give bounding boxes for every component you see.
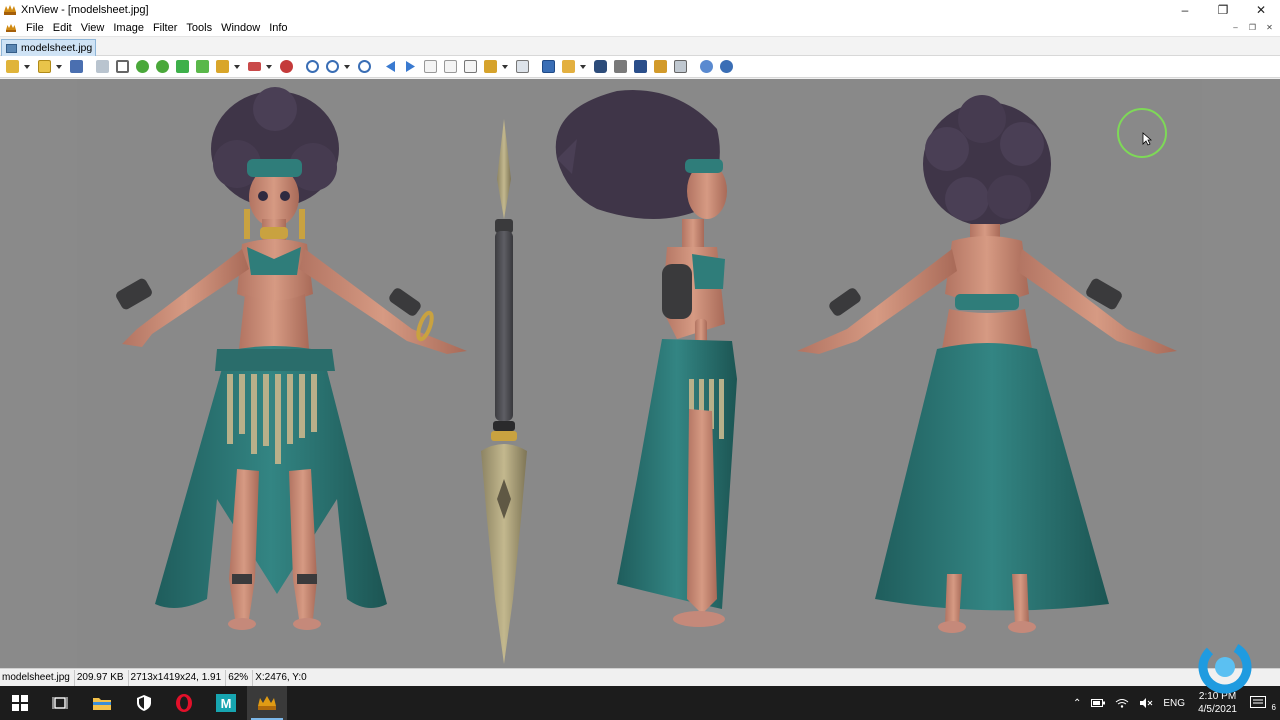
spear-figure [481,119,527,664]
menu-bar: File Edit View Image Filter Tools Window… [0,19,1280,37]
export-icon[interactable] [193,58,211,76]
status-filename: modelsheet.jpg [0,669,75,686]
properties-dropdown[interactable] [579,58,587,76]
front-view-figure [116,87,467,630]
menu-tools[interactable]: Tools [182,22,217,34]
menu-filter[interactable]: Filter [149,22,182,34]
film-strip-icon[interactable] [631,58,649,76]
about-icon[interactable] [717,58,735,76]
xnview-app-icon [4,4,16,15]
compare-dropdown[interactable] [265,58,273,76]
menu-view[interactable]: View [77,22,110,34]
opera-icon[interactable] [164,686,204,720]
model-sheet-image [77,79,1202,668]
next-icon[interactable] [401,58,419,76]
restore-button[interactable]: ❐ [1204,0,1242,19]
browser-icon[interactable] [3,58,21,76]
scan-icon[interactable] [671,58,689,76]
compare-icon[interactable] [245,58,263,76]
mdi-close-button[interactable]: ✕ [1263,22,1276,34]
minimize-button[interactable]: – [1166,0,1204,19]
capture-icon[interactable] [651,58,669,76]
menu-image[interactable]: Image [109,22,149,34]
zoom-out-icon[interactable] [355,58,373,76]
menu-window[interactable]: Window [217,22,265,34]
volume-muted-icon[interactable] [1139,698,1153,708]
file-explorer-icon[interactable] [82,686,122,720]
slideshow-icon[interactable] [213,58,231,76]
maya-icon[interactable]: M [206,686,246,720]
svg-text:M: M [221,696,232,711]
edit-icon[interactable] [481,58,499,76]
status-bar: modelsheet.jpg 209.97 KB 2713x1419x24, 1… [0,668,1280,686]
image-icon [6,43,17,53]
task-view-icon[interactable] [40,686,80,720]
fit-window-icon[interactable] [539,58,557,76]
document-icon[interactable] [5,22,17,34]
print-icon[interactable] [611,58,629,76]
wifi-icon[interactable] [1115,698,1129,708]
chevron-up-icon[interactable]: ⌃ [1073,698,1081,709]
open-dropdown[interactable] [55,58,63,76]
channel-logo-icon [1198,640,1252,694]
status-zoom: 62% [226,669,254,686]
xnview-icon[interactable] [247,686,287,720]
edit-dropdown[interactable] [501,58,509,76]
save-icon[interactable] [67,58,85,76]
browser-dropdown[interactable] [23,58,31,76]
settings-icon[interactable] [697,58,715,76]
image-viewer[interactable] [0,79,1280,668]
crop-icon[interactable] [113,58,131,76]
status-dimensions: 2713x1419x24, 1.91 [129,669,227,686]
last-icon[interactable] [441,58,459,76]
character-turnaround-image [116,87,1177,664]
start-icon[interactable] [0,686,40,720]
menu-info[interactable]: Info [265,22,292,34]
notification-center-icon[interactable] [1250,696,1266,710]
window-title: XnView - [modelsheet.jpg] [21,3,149,16]
find-icon[interactable] [591,58,609,76]
menu-file[interactable]: File [22,22,49,34]
side-view-figure [555,90,737,627]
mouse-cursor-icon [1142,132,1152,146]
security-icon[interactable] [124,686,164,720]
battery-icon[interactable] [1091,699,1106,707]
toolbar [0,56,1280,78]
zoom-icon[interactable] [323,58,341,76]
tab-strip: modelsheet.jpg [0,37,1280,56]
status-coords: X:2476, Y:0 [255,671,307,683]
redeye-icon[interactable] [277,58,295,76]
slideshow-dropdown[interactable] [233,58,241,76]
title-bar: XnView - [modelsheet.jpg] – ❐ ✕ [0,0,1280,19]
copy-icon[interactable] [513,58,531,76]
first-icon[interactable] [421,58,439,76]
mdi-minimize-button[interactable]: – [1229,22,1242,34]
tab-modelsheet[interactable]: modelsheet.jpg [1,39,96,56]
rotate-right-icon[interactable] [153,58,171,76]
rotate-left-icon[interactable] [133,58,151,76]
undo-icon[interactable] [93,58,111,76]
back-view-figure [797,95,1177,633]
status-filesize: 209.97 KB [75,669,129,686]
mdi-restore-button[interactable]: ❐ [1246,22,1259,34]
tab-label: modelsheet.jpg [21,42,93,54]
notification-count: 6 [1271,703,1276,712]
zoom-in-icon[interactable] [303,58,321,76]
properties-icon[interactable] [559,58,577,76]
clock-date: 4/5/2021 [1198,704,1237,715]
language-indicator[interactable]: ENG [1163,698,1185,709]
previous-icon[interactable] [381,58,399,76]
set-wallpaper-icon[interactable] [173,58,191,76]
windows-taskbar: M ⌃ ENG 2:10 PM 4/5/2021 6 [0,686,1280,720]
fullscreen-icon[interactable] [461,58,479,76]
zoom-dropdown[interactable] [343,58,351,76]
open-icon[interactable] [35,58,53,76]
menu-edit[interactable]: Edit [49,22,77,34]
close-button[interactable]: ✕ [1242,0,1280,19]
